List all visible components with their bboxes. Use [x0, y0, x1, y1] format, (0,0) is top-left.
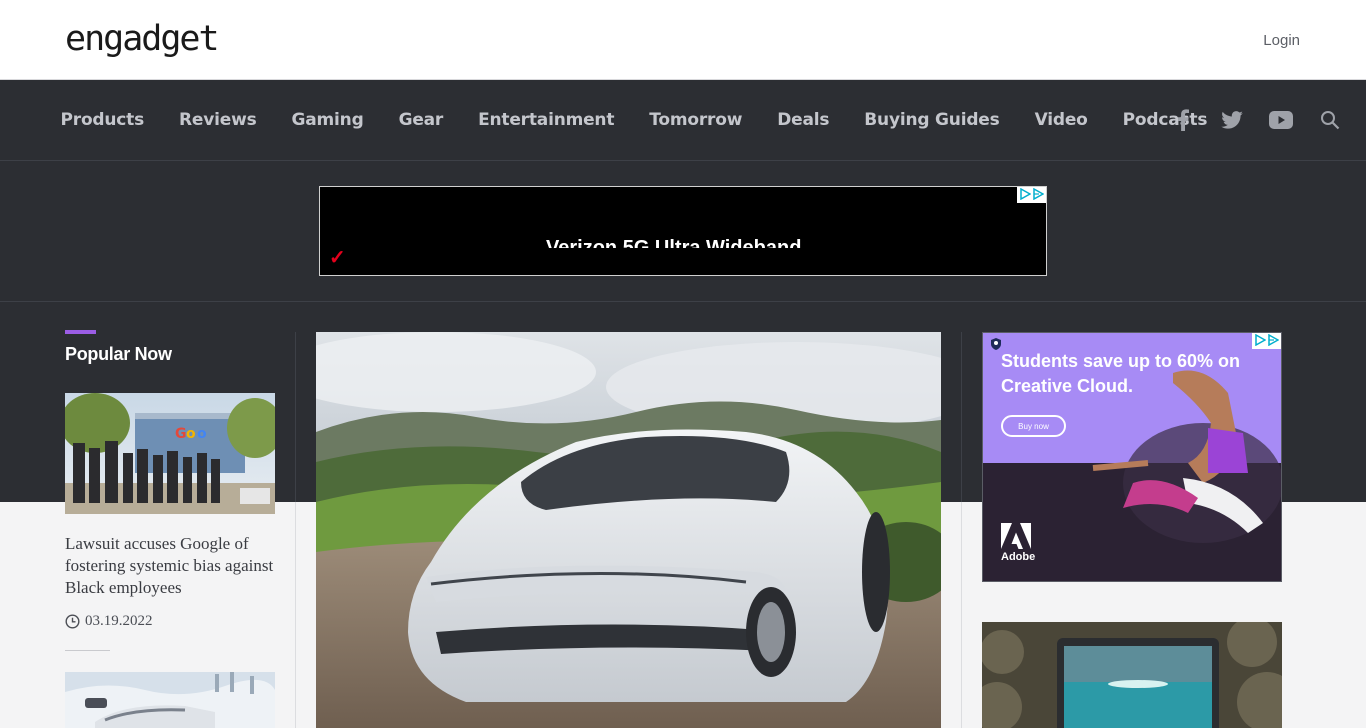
login-link[interactable]: Login	[1263, 32, 1300, 49]
adobe-brand-text: Adobe	[1001, 551, 1036, 563]
nav-item-gear[interactable]: Gear	[381, 110, 461, 130]
svg-text:o: o	[197, 426, 207, 442]
main-nav: Products Reviews Gaming Gear Entertainme…	[0, 80, 1366, 161]
leaderboard-ad[interactable]: Verizon 5G Ultra Wideband ✓	[319, 186, 1047, 276]
hero-article-image[interactable]	[316, 332, 941, 728]
sidebar-thumbnail-laptop[interactable]	[982, 622, 1282, 728]
popular-now: Popular Now G o o Lawsuit accuses Google…	[65, 330, 275, 728]
column-divider-left-low	[295, 502, 296, 728]
popular-headline[interactable]: Lawsuit accuses Google of fostering syst…	[65, 533, 277, 599]
popular-date: 03.19.2022	[65, 613, 153, 630]
popular-thumbnail-google[interactable]: G o o	[65, 393, 275, 514]
youtube-icon[interactable]	[1269, 108, 1293, 132]
nav-item-deals[interactable]: Deals	[760, 110, 847, 130]
verizon-check-icon: ✓	[329, 247, 346, 269]
svg-text:o: o	[186, 426, 196, 442]
column-divider-right	[961, 332, 962, 502]
facebook-icon[interactable]	[1171, 108, 1195, 132]
svg-text:G: G	[175, 426, 187, 442]
nav-item-gaming[interactable]: Gaming	[274, 110, 381, 130]
engadget-logo[interactable]: engadget	[65, 20, 220, 60]
popular-divider	[65, 650, 110, 651]
nav-item-video[interactable]: Video	[1017, 110, 1105, 130]
adobe-logo-icon	[1001, 523, 1031, 549]
shield-icon	[991, 338, 1001, 350]
adchoices-icon[interactable]	[1017, 187, 1046, 203]
ad-right-headline: Students save up to 60% on Creative Clou…	[1001, 351, 1241, 396]
buy-now-button[interactable]: Buy now	[1001, 415, 1066, 437]
twitter-icon[interactable]	[1220, 108, 1244, 132]
ad-headline: Verizon 5G Ultra Wideband	[546, 238, 801, 248]
sidebar-ad-adobe[interactable]: Students save up to 60% on Creative Clou…	[982, 332, 1282, 582]
nav-item-buying-guides[interactable]: Buying Guides	[847, 110, 1017, 130]
popular-thumbnail-snow-car[interactable]	[65, 672, 275, 728]
nav-item-products[interactable]: Products	[43, 110, 162, 130]
nav-items: Products Reviews Gaming Gear Entertainme…	[43, 80, 1225, 160]
adchoices-icon[interactable]	[1252, 333, 1281, 349]
nav-item-entertainment[interactable]: Entertainment	[461, 110, 632, 130]
social-icons	[1171, 80, 1342, 160]
search-icon[interactable]	[1318, 108, 1342, 132]
nav-item-reviews[interactable]: Reviews	[162, 110, 274, 130]
logo-text: engadget	[65, 20, 218, 59]
clock-icon	[65, 614, 80, 629]
leaderboard-ad-area: Verizon 5G Ultra Wideband ✓	[0, 161, 1366, 302]
popular-title: Popular Now	[65, 344, 172, 364]
popular-date-text: 03.19.2022	[85, 613, 153, 629]
top-bar: engadget Login	[0, 0, 1366, 80]
nav-item-tomorrow[interactable]: Tomorrow	[632, 110, 760, 130]
section-accent-bar	[65, 330, 96, 334]
column-divider-right-low	[961, 502, 962, 728]
